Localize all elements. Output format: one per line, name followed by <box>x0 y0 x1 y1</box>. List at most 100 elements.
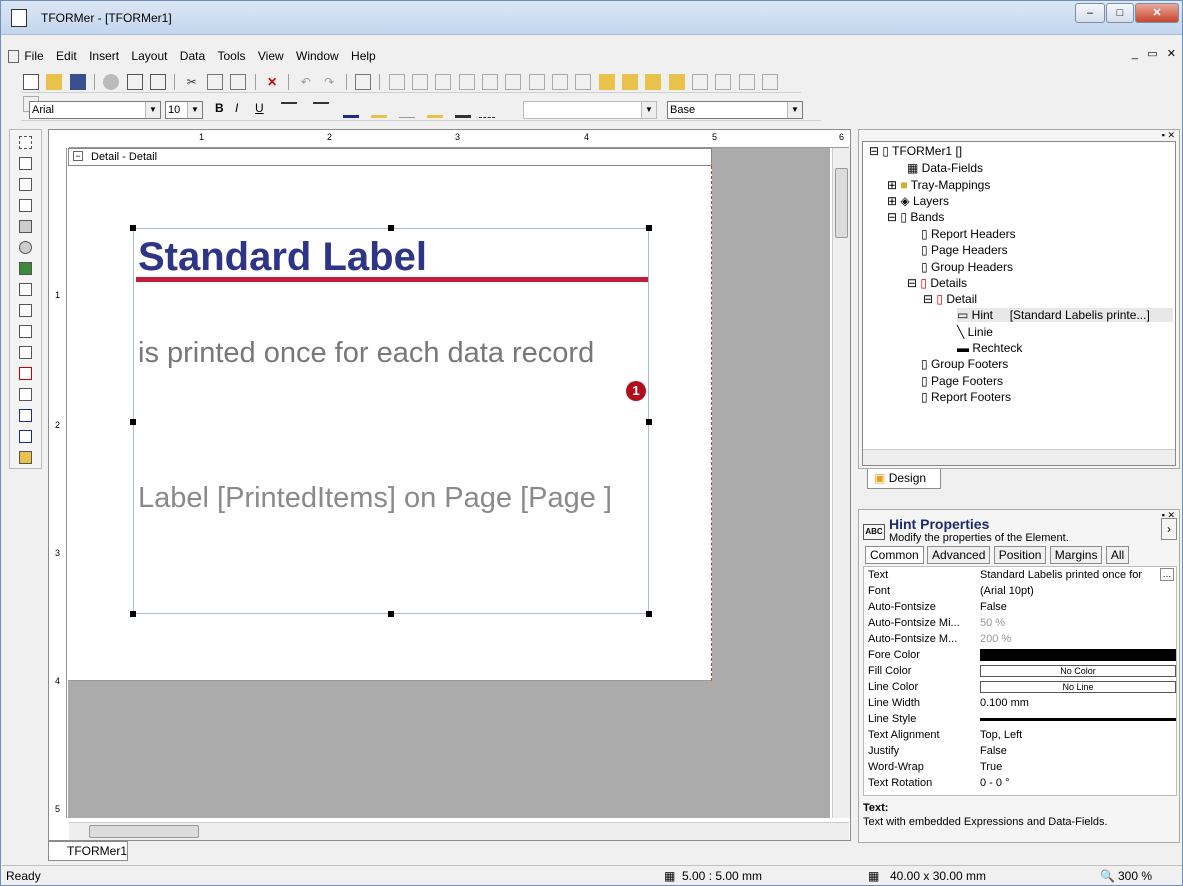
prop-row-justify[interactable]: Justify False <box>864 743 1176 759</box>
tree-node-detail[interactable]: ⊟ ▯ Detail <box>923 292 977 306</box>
prop-row-line-style[interactable]: Line Style <box>864 711 1176 727</box>
band-header[interactable]: − Detail - Detail <box>68 148 712 166</box>
image-tool-icon[interactable] <box>19 262 32 275</box>
collapse-icon[interactable]: − <box>73 151 83 161</box>
document-tab[interactable]: TFORMer1 <box>48 841 128 861</box>
resize-handle[interactable] <box>130 611 136 617</box>
maximize-button[interactable]: □ <box>1106 3 1134 23</box>
minimize-button[interactable]: – <box>1075 3 1105 23</box>
prop-row-line-color[interactable]: Line Color No Line <box>864 679 1176 695</box>
menu-layout[interactable]: Layout <box>131 45 167 67</box>
print-icon[interactable] <box>103 74 120 90</box>
underline-button[interactable]: U <box>255 101 264 115</box>
prop-row-fill-color[interactable]: Fill Color No Color <box>864 663 1176 679</box>
design-canvas[interactable]: − Detail - Detail Standard Label is prin… <box>68 148 830 818</box>
tree-node-bands[interactable]: ⊟ ▯ Bands <box>887 210 944 224</box>
resize-handle[interactable] <box>646 611 652 617</box>
line-style-icon[interactable] <box>455 102 471 118</box>
font-select[interactable]: Arial ▼ <box>29 101 161 119</box>
tree-hscrollbar[interactable] <box>863 449 1175 465</box>
tree-node-group-headers[interactable]: ▯ Group Headers <box>921 260 1013 274</box>
line-color-icon[interactable] <box>427 102 443 118</box>
menu-view[interactable]: View <box>258 45 284 67</box>
prop-row-autofontsize-min[interactable]: Auto-Fontsize Mi... 50 % <box>864 615 1176 631</box>
page-icon[interactable] <box>150 74 167 90</box>
tree-node-hint[interactable]: ▭ Hint [Standard Labelis printe...] <box>957 308 1173 322</box>
layer-icon[interactable] <box>19 451 32 464</box>
menu-file[interactable]: File <box>24 45 43 67</box>
prop-row-text-alignment[interactable]: Text Alignment Top, Left <box>864 727 1176 743</box>
prop-row-text-rotation[interactable]: Text Rotation 0 - 0 ° <box>864 775 1176 791</box>
size-select[interactable]: 10 ▼ <box>165 101 203 119</box>
align-top-icon[interactable] <box>435 74 452 90</box>
align-left-icon[interactable] <box>388 74 405 90</box>
prop-row-autofontsize[interactable]: Auto-Fontsize False <box>864 599 1176 615</box>
tree-node-data-fields[interactable]: ▦ Data-Fields <box>907 161 983 175</box>
text-tool-icon[interactable] <box>19 157 32 170</box>
bring-front-icon[interactable] <box>598 74 615 90</box>
tab-advanced[interactable]: Advanced <box>927 546 991 564</box>
same-size-icon[interactable] <box>575 74 592 90</box>
group-footer-icon[interactable] <box>19 388 32 401</box>
tab-all[interactable]: All <box>1105 546 1130 564</box>
align-right-icon[interactable] <box>411 74 428 90</box>
italic-button[interactable]: I <box>235 101 238 115</box>
rectangle-tool-icon[interactable] <box>19 220 32 233</box>
prop-row-word-wrap[interactable]: Word-Wrap True <box>864 759 1176 775</box>
center-v-icon[interactable] <box>505 74 522 90</box>
paste-icon[interactable] <box>230 74 247 90</box>
detail-band[interactable]: Standard Label is printed once for each … <box>68 166 712 681</box>
preview-icon[interactable] <box>126 74 143 90</box>
close-button[interactable]: ✕ <box>1135 3 1179 23</box>
space-h-icon[interactable] <box>692 74 708 90</box>
grid-icon[interactable] <box>738 74 755 90</box>
line-tool-icon[interactable] <box>19 199 32 212</box>
pointer-icon[interactable] <box>354 74 371 90</box>
center-h-icon[interactable] <box>481 74 498 90</box>
delete-icon[interactable]: ✕ <box>264 74 280 90</box>
fill-color-icon[interactable] <box>371 102 387 118</box>
menu-data[interactable]: Data <box>180 45 205 67</box>
open-icon[interactable] <box>46 74 63 90</box>
resize-handle[interactable] <box>388 225 394 231</box>
element-tree[interactable]: ⊟ ▯ TFORMer1 [] ▦ Data-Fields ⊞ ■ Tray-M… <box>862 141 1176 466</box>
field-tool-icon[interactable] <box>19 283 32 296</box>
menu-help[interactable]: Help <box>351 45 376 67</box>
bold-button[interactable]: B <box>215 101 224 115</box>
send-back-icon[interactable] <box>621 74 638 90</box>
new-icon[interactable] <box>23 74 39 90</box>
vertical-scrollbar[interactable] <box>832 148 850 818</box>
align-bottom-icon[interactable] <box>458 74 475 90</box>
tree-node-page-headers[interactable]: ▯ Page Headers <box>921 243 1008 257</box>
hint-element[interactable]: Standard Label is printed once for each … <box>130 225 652 617</box>
barcode-tool-icon[interactable] <box>19 178 32 191</box>
undo-icon[interactable]: ↶ <box>298 74 314 90</box>
resize-handle[interactable] <box>646 225 652 231</box>
tree-node-layers[interactable]: ⊞ ◈ Layers <box>887 194 949 208</box>
tab-common[interactable]: Common <box>865 546 924 564</box>
dash-style-icon[interactable] <box>479 102 495 118</box>
select-tool-icon[interactable] <box>19 136 32 149</box>
justify-icon[interactable] <box>313 102 329 118</box>
prop-row-text[interactable]: Text Standard Labelis printed once for… <box>864 567 1176 583</box>
tree-node-tray-mappings[interactable]: ⊞ ■ Tray-Mappings <box>887 178 990 192</box>
tree-node-group-footers[interactable]: ▯ Group Footers <box>921 357 1008 371</box>
group-header-icon[interactable] <box>19 346 32 359</box>
same-width-icon[interactable] <box>528 74 545 90</box>
prop-row-font[interactable]: Font (Arial 10pt) <box>864 583 1176 599</box>
copy-icon[interactable] <box>207 74 224 90</box>
menu-edit[interactable]: Edit <box>56 45 77 67</box>
tree-node-details[interactable]: ⊟ ▯ Details <box>907 276 967 290</box>
backward-icon[interactable] <box>668 74 685 90</box>
red-line[interactable] <box>136 277 648 282</box>
redo-icon[interactable]: ↷ <box>321 74 337 90</box>
ellipse-tool-icon[interactable] <box>19 241 32 254</box>
menu-insert[interactable]: Insert <box>89 45 119 67</box>
tree-node-page-footers[interactable]: ▯ Page Footers <box>921 374 1003 388</box>
tree-node-report-footers[interactable]: ▯ Report Footers <box>921 390 1011 404</box>
mdi-controls[interactable]: _ ▭ ✕ <box>1132 47 1176 60</box>
prop-row-line-width[interactable]: Line Width 0.100 mm <box>864 695 1176 711</box>
align-text-icon[interactable] <box>281 102 297 118</box>
menu-window[interactable]: Window <box>296 45 339 67</box>
tree-node-rechteck[interactable]: ▬ Rechteck <box>957 341 1022 355</box>
